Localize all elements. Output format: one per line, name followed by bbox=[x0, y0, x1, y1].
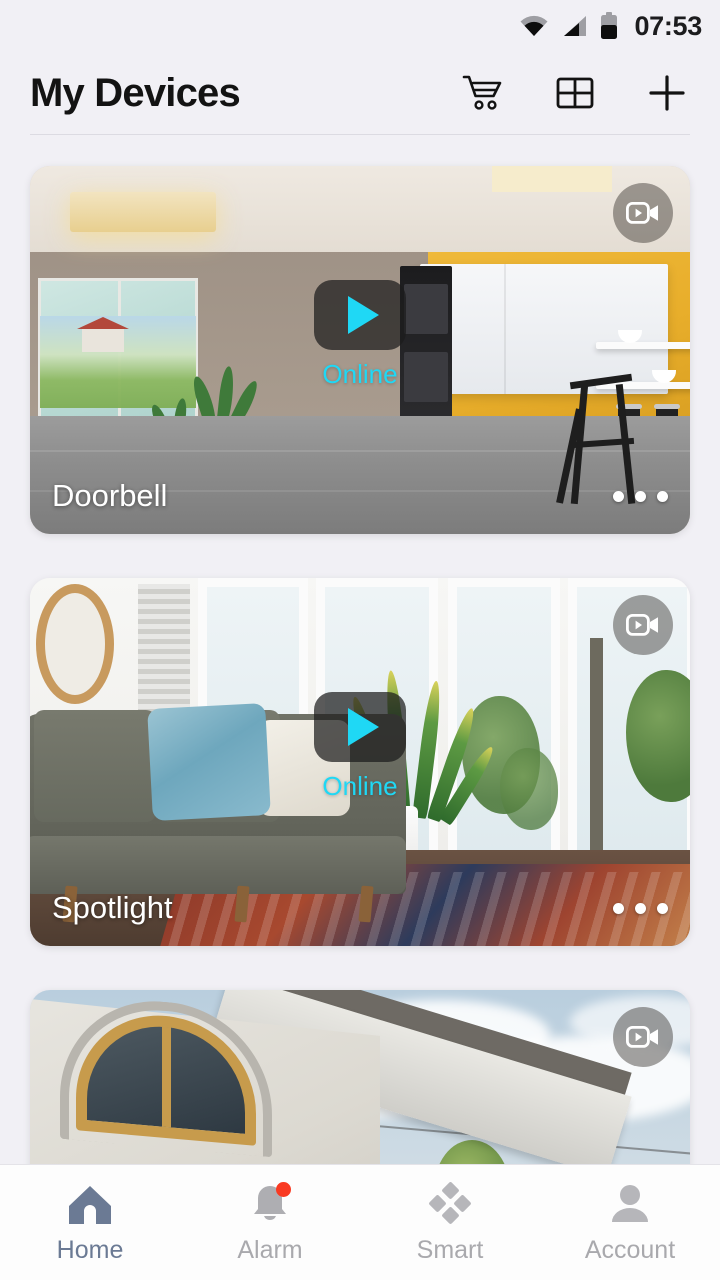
live-camera-button[interactable] bbox=[613, 595, 673, 655]
play-triangle-icon bbox=[347, 296, 379, 335]
live-camera-button[interactable] bbox=[613, 1007, 673, 1067]
nav-item-alarm[interactable]: Alarm bbox=[180, 1181, 360, 1265]
device-list[interactable]: Online Doorbell Online Spotlight bbox=[0, 135, 720, 1164]
status-bar-clock: 07:53 bbox=[634, 10, 702, 41]
nav-item-home[interactable]: Home bbox=[0, 1181, 180, 1265]
camera-snapshot-house-exterior bbox=[30, 990, 690, 1164]
status-bar: 07:53 bbox=[0, 0, 720, 52]
more-options-button[interactable] bbox=[613, 491, 668, 502]
diamond-cluster-icon bbox=[427, 1181, 473, 1227]
nav-item-account[interactable]: Account bbox=[540, 1181, 720, 1265]
wifi-icon bbox=[520, 15, 548, 36]
grid-icon bbox=[556, 77, 594, 109]
live-camera-button[interactable] bbox=[613, 183, 673, 243]
page-header: My Devices bbox=[0, 52, 720, 134]
cellular-signal-icon bbox=[564, 16, 587, 36]
nav-item-smart[interactable]: Smart bbox=[360, 1181, 540, 1265]
video-camera-icon bbox=[626, 614, 658, 636]
cart-button[interactable] bbox=[460, 70, 506, 116]
play-live-button[interactable]: Online bbox=[314, 280, 406, 390]
play-button-surface bbox=[314, 280, 406, 351]
nav-label-account: Account bbox=[584, 1235, 676, 1264]
device-card-spotlight[interactable]: Online Spotlight bbox=[30, 578, 690, 946]
video-camera-icon bbox=[626, 202, 658, 224]
device-status: Online bbox=[322, 359, 398, 390]
cart-icon bbox=[462, 75, 502, 110]
device-card-doorbell[interactable]: Online Doorbell bbox=[30, 166, 690, 534]
person-icon bbox=[607, 1181, 653, 1227]
home-icon bbox=[67, 1181, 113, 1227]
play-live-button[interactable]: Online bbox=[314, 692, 406, 802]
app-screen: 07:53 My Devices Online Doorbell Online … bbox=[0, 0, 720, 1280]
plus-icon bbox=[649, 75, 685, 111]
nav-label-alarm: Alarm bbox=[237, 1235, 303, 1264]
grid-view-button[interactable] bbox=[552, 70, 598, 116]
battery-icon bbox=[601, 12, 618, 39]
nav-label-home: Home bbox=[56, 1235, 124, 1264]
add-device-button[interactable] bbox=[644, 70, 690, 116]
device-name: Spotlight bbox=[52, 890, 173, 925]
device-name: Doorbell bbox=[52, 478, 168, 513]
bottom-navigation: Home Alarm Smart Account bbox=[0, 1164, 720, 1280]
play-button-surface bbox=[314, 692, 406, 763]
device-card-exterior[interactable] bbox=[30, 990, 690, 1164]
page-title: My Devices bbox=[30, 70, 241, 115]
alarm-badge bbox=[276, 1181, 291, 1197]
more-options-button[interactable] bbox=[613, 903, 668, 914]
video-camera-icon bbox=[626, 1026, 658, 1048]
play-triangle-icon bbox=[347, 708, 379, 747]
header-actions bbox=[460, 70, 690, 116]
device-status: Online bbox=[322, 771, 398, 802]
nav-label-smart: Smart bbox=[416, 1235, 484, 1264]
bell-icon bbox=[247, 1181, 293, 1227]
